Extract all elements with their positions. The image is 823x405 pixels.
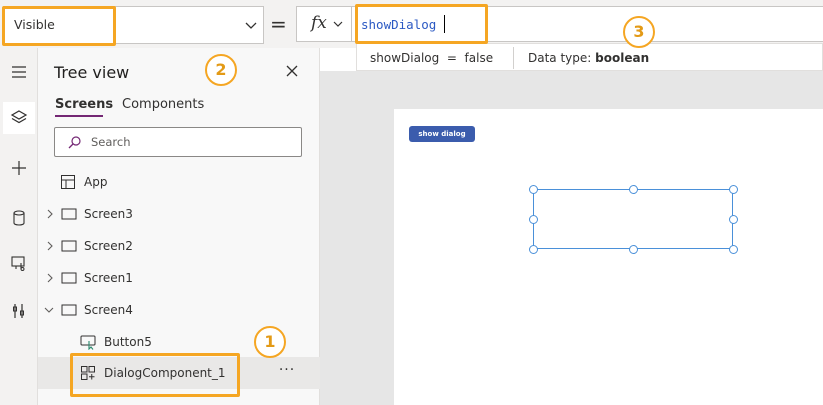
tree-item-label: DialogComponent_1: [104, 366, 226, 380]
formula-result-strip: showDialog = false Data type: boolean: [356, 43, 823, 71]
screen-icon: [61, 240, 77, 252]
left-rail: [0, 48, 38, 405]
more-options-button[interactable]: ···: [276, 362, 298, 382]
search-input[interactable]: [91, 134, 291, 150]
advanced-tools-button[interactable]: [3, 295, 35, 327]
selected-component-outline[interactable]: [529, 185, 738, 254]
data-type-label: Data type:: [528, 51, 592, 65]
data-type-info: Data type: boolean: [528, 51, 649, 65]
formula-bar: Visible = fx showDialog: [0, 0, 823, 48]
hamburger-icon: [12, 66, 26, 78]
annotation-badge-2: 2: [205, 54, 237, 86]
insert-button[interactable]: [3, 152, 35, 184]
tree-item-dialogcomponent-1[interactable]: DialogComponent_1 ···: [38, 357, 320, 389]
screen-icon: [61, 304, 77, 316]
resize-handle[interactable]: [729, 185, 738, 194]
text-caret: [444, 15, 445, 33]
screen-icon: [61, 208, 77, 220]
search-box[interactable]: [54, 127, 302, 157]
chevron-down-icon: [333, 21, 343, 27]
chevron-right-icon[interactable]: [45, 273, 55, 283]
tree-item-label: Screen1: [84, 271, 133, 285]
media-icon: [11, 256, 25, 271]
resize-handle[interactable]: [529, 215, 538, 224]
tree-item-label: App: [84, 175, 108, 189]
tree-item-app[interactable]: App: [38, 166, 320, 198]
chevron-down-icon: [245, 22, 257, 29]
component-icon: [81, 366, 95, 380]
resize-handle[interactable]: [629, 185, 638, 194]
close-icon[interactable]: [284, 63, 300, 79]
database-icon: [13, 210, 25, 226]
resize-handle[interactable]: [529, 245, 538, 254]
tree-item-label: Screen3: [84, 207, 133, 221]
annotation-badge-1: 1: [254, 326, 286, 358]
divider: [513, 47, 514, 69]
plus-icon: [12, 161, 26, 175]
equals-sign: =: [270, 12, 287, 36]
tools-icon: [13, 304, 24, 318]
chevron-right-icon[interactable]: [45, 209, 55, 219]
fx-button[interactable]: fx: [296, 6, 352, 42]
tree-item-label: Screen2: [84, 239, 133, 253]
active-tab-indicator: [55, 115, 103, 117]
resize-handle[interactable]: [629, 245, 638, 254]
resize-handle[interactable]: [729, 245, 738, 254]
resize-handle[interactable]: [529, 185, 538, 194]
layers-icon: [10, 110, 28, 124]
tree-item-screen2[interactable]: Screen2: [38, 230, 320, 262]
show-dialog-button[interactable]: show dialog: [409, 126, 475, 142]
tree-view-button[interactable]: [3, 102, 35, 134]
button-control-icon: [80, 335, 96, 350]
screen-icon: [61, 272, 77, 284]
chevron-down-icon[interactable]: [44, 305, 54, 315]
app-icon: [61, 175, 75, 189]
result-expression: showDialog = false: [370, 51, 494, 65]
hamburger-menu-button[interactable]: [3, 56, 35, 88]
tree-item-label: Button5: [104, 335, 152, 349]
formula-input[interactable]: showDialog: [352, 6, 823, 42]
tree-item-screen4[interactable]: Screen4: [38, 294, 320, 326]
tree-item-screen3[interactable]: Screen3: [38, 198, 320, 230]
chevron-right-icon[interactable]: [45, 241, 55, 251]
tree-item-screen1[interactable]: Screen1: [38, 262, 320, 294]
media-button[interactable]: [3, 247, 35, 279]
annotation-badge-3: 3: [623, 16, 655, 48]
tab-components[interactable]: Components: [122, 97, 204, 112]
formula-text: showDialog: [361, 17, 437, 32]
fx-icon: fx: [311, 13, 327, 33]
tree-item-label: Screen4: [84, 303, 133, 317]
data-button[interactable]: [3, 202, 35, 234]
property-value: Visible: [14, 17, 55, 32]
data-type-value: boolean: [595, 51, 650, 65]
app-screen: show dialog: [394, 109, 823, 405]
resize-handle[interactable]: [729, 215, 738, 224]
property-dropdown[interactable]: Visible: [3, 6, 264, 44]
search-icon: [68, 136, 81, 149]
panel-title: Tree view: [54, 63, 130, 82]
tab-screens[interactable]: Screens: [55, 97, 113, 112]
